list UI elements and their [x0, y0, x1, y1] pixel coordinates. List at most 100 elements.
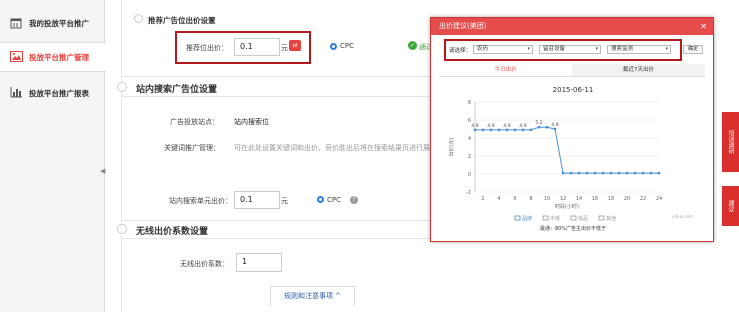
data-point	[601, 171, 605, 175]
sidebar-item-promotion-manage[interactable]: 投放平台推广管理	[0, 42, 106, 72]
data-point	[529, 128, 533, 132]
x-tick-label: 6	[513, 196, 516, 202]
x-tick-label: 2	[481, 196, 484, 202]
x-tick-label: 8	[529, 196, 532, 202]
data-point	[537, 126, 541, 129]
data-point	[545, 126, 549, 129]
divider	[122, 220, 432, 221]
sidebar-item-label: 投放平台推广管理	[29, 52, 89, 62]
divider	[122, 76, 432, 77]
coef-input[interactable]: 1	[236, 253, 282, 272]
data-point	[609, 171, 613, 175]
tab-last-7-days[interactable]: 截近7天出价	[572, 64, 705, 76]
coef-label: 无线出价系数：	[180, 260, 229, 268]
legend-swatch	[598, 215, 605, 221]
x-tick-label: 16	[592, 196, 598, 202]
site-label: 广告投放站点：	[170, 118, 219, 126]
legend-label: 品牌	[522, 215, 532, 222]
confirm-button[interactable]: 确定	[683, 45, 703, 54]
x-tick-label: 4	[497, 196, 500, 202]
data-label: 4.9	[471, 123, 478, 129]
select-value: 搜索监测	[611, 46, 634, 52]
image-icon	[10, 51, 24, 63]
device-select[interactable]: 留驻设备 ▾	[539, 45, 601, 54]
data-point	[625, 171, 629, 175]
unit-bid-unit: 元	[281, 197, 288, 205]
y-tick-label: 8	[468, 100, 471, 106]
cpc-radio[interactable]	[317, 196, 324, 203]
data-point	[521, 128, 525, 132]
filter-label: 请选择：	[449, 48, 472, 54]
check-icon: ✓	[408, 41, 417, 50]
section-dot	[117, 82, 127, 92]
legend-label: 低品	[578, 215, 588, 222]
legend-label: 中低	[550, 215, 560, 222]
modal-title: 出价建议(美团)	[439, 22, 487, 30]
data-point	[657, 171, 661, 175]
section-dot	[117, 224, 127, 234]
data-point	[497, 128, 501, 132]
y-tick-label: -2	[466, 190, 471, 196]
highlight-box	[175, 31, 311, 64]
section-dot	[134, 14, 143, 23]
sidebar-item-promotion-report[interactable]: 投放平台推广报表	[0, 78, 105, 108]
legend-swatch	[570, 215, 577, 221]
x-tick-label: 22	[640, 196, 646, 202]
x-axis-label: 时段(小时)	[555, 203, 579, 210]
cpc-radio[interactable]	[330, 43, 337, 50]
data-point	[593, 171, 597, 175]
data-point	[633, 171, 637, 175]
bid-suggestion-modal: 出价建议(美团) ✕ 请选择： 农药 ▾ 留驻设备 ▾ 搜索监测 ▾ 确定 今日出价 …	[430, 17, 714, 242]
divider	[122, 238, 432, 239]
site-value: 站内搜索位	[234, 118, 269, 126]
data-point	[481, 128, 485, 132]
category-select[interactable]: 农药 ▾	[473, 45, 533, 54]
x-tick-label: 20	[624, 196, 630, 202]
x-tick-label: 24	[656, 196, 662, 202]
y-axis-label: 出价(元)	[448, 138, 455, 157]
modal-header: 出价建议(美团) ✕	[431, 18, 713, 35]
y-tick-label: 4	[468, 136, 471, 142]
cpc-label: CPC	[340, 42, 354, 50]
close-icon[interactable]: ✕	[700, 18, 707, 35]
monitor-select[interactable]: 搜索监测 ▾	[607, 45, 671, 54]
chevron-down-icon: ▾	[665, 46, 668, 52]
data-point	[641, 171, 645, 175]
survey-side-tab[interactable]: 培训调研	[722, 112, 739, 172]
x-tick-label: 12	[560, 196, 566, 202]
sidebar-item-my-promotion[interactable]: 我的投放平台推广	[0, 8, 105, 38]
sidebar: 我的投放平台推广 投放平台推广管理 投放平台推广报表	[0, 0, 106, 312]
calendar-icon	[10, 17, 24, 29]
collapse-arrow-icon[interactable]: ◀	[100, 167, 105, 175]
tab-today[interactable]: 今日出价	[439, 64, 572, 76]
legend-swatch	[542, 215, 549, 221]
suggest-side-tab[interactable]: 建议	[722, 186, 739, 226]
recommend-section-title: 推荐广告位出价设置	[148, 16, 216, 25]
data-point	[513, 128, 517, 132]
y-tick-label: 0	[468, 172, 471, 178]
bar-chart-icon	[10, 87, 24, 99]
select-value: 留驻设备	[543, 46, 566, 52]
divider	[122, 96, 432, 97]
watermark: yihuo.com	[672, 214, 693, 219]
wireless-section-title: 无线出价系数设置	[136, 227, 209, 237]
rules-tab[interactable]: 规则和注意事项 ^	[270, 286, 355, 306]
x-tick-label: 18	[608, 196, 614, 202]
unit-bid-input[interactable]: 0.1	[234, 191, 280, 209]
series-line	[475, 126, 659, 174]
y-tick-label: 2	[468, 154, 471, 160]
unit-bid-label: 站内搜索单元出价：	[169, 197, 232, 205]
data-point	[505, 128, 509, 132]
data-point	[561, 171, 565, 175]
sidebar-item-label: 我的投放平台推广	[29, 18, 89, 28]
chart-caption: 最通：80%广告主出价不低于	[539, 226, 607, 232]
modal-tabs: 今日出价 截近7天出价	[439, 64, 705, 77]
keyword-hint: 可在此处设置关键词和出价，竞价胜出后将在搜索结果页进行展示	[234, 144, 430, 152]
data-point	[577, 171, 581, 175]
data-point	[553, 127, 557, 131]
data-label: 5.2	[535, 120, 542, 126]
help-icon[interactable]: ?	[350, 196, 358, 204]
data-label: 4.9	[551, 122, 558, 128]
x-tick-label: 10	[544, 196, 550, 202]
chevron-down-icon: ▾	[527, 46, 530, 52]
